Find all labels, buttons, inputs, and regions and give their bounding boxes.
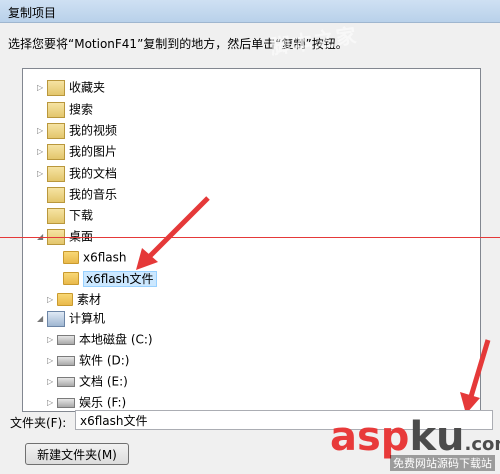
watermark-subtitle: 免费网站源码下载站 [390,455,495,471]
arrow-to-folder-icon [146,196,210,260]
annotation-arrows [136,196,491,414]
arrow-to-button-icon [467,339,491,401]
new-folder-button[interactable]: 新建文件夹(M) [25,443,129,465]
folder-label: 文件夹(F): [10,416,67,430]
watermark-logo: aspku.com [330,414,500,460]
